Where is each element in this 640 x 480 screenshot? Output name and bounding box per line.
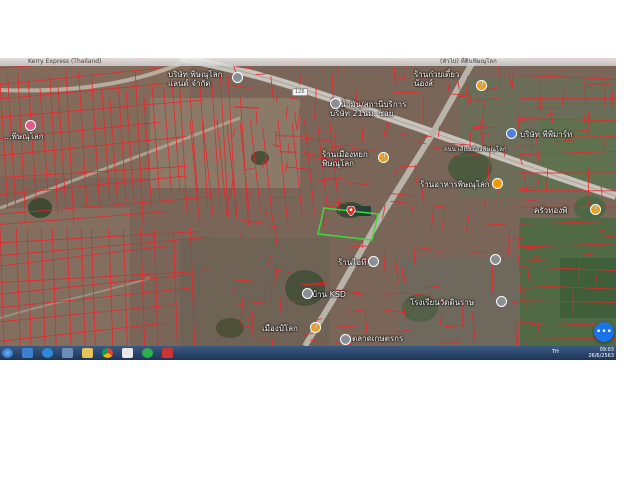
map-canvas[interactable] xyxy=(0,58,616,346)
media-player-icon[interactable] xyxy=(22,348,33,358)
label-kitchen[interactable]: ครัวทองพิ xyxy=(534,206,567,215)
screenshot-frame: บริษัท พิษณุโลก แลนด์ จำกัด ร้านก๋วยเตี๋… xyxy=(0,58,616,360)
label-road-name-text: ถนน เลี่ยงเมืองพิษณุโลก xyxy=(444,146,507,153)
label-company[interactable]: บริษัท พิษณุโลก แลนด์ จำกัด xyxy=(168,70,222,88)
label-hospital-left-text: ...พิษณุโลก xyxy=(4,132,44,141)
restaurant-icon[interactable]: 🍴 xyxy=(590,204,601,215)
network-icon[interactable] xyxy=(62,348,73,358)
more-icon: ••• xyxy=(596,327,612,337)
store-icon[interactable] xyxy=(368,256,379,267)
windows-taskbar: TH 09:03 26/6/2563 xyxy=(0,346,616,360)
parcel-boundary xyxy=(535,106,559,108)
label-company-text: บริษัท พิษณุโลก แลนด์ จำกัด xyxy=(168,70,223,88)
restaurant-icon[interactable]: 🍴 xyxy=(476,80,487,91)
road-shield-icon: 126 xyxy=(292,88,308,96)
label-office-text: ปั๊มน้ำมัน/สถานีบริการ บริษัท 21นม. ซอย xyxy=(330,100,407,118)
label-shop-center-text: ร้านไอที xyxy=(338,258,367,267)
label-shop-mid[interactable]: ร้านอาหารพิษณุโลก xyxy=(420,180,490,189)
restaurant-icon[interactable]: 🍴 xyxy=(378,152,389,163)
omnibox-partial[interactable]: (ทั่วไป) ที่ดินพิษณุโลก xyxy=(440,58,497,65)
label-bottom-place[interactable]: เมืองป์โลก xyxy=(262,324,298,333)
file-explorer-icon[interactable] xyxy=(82,348,93,358)
clock-date: 26/6/2563 xyxy=(588,353,614,359)
label-ksd[interactable]: บ้าน KSD xyxy=(312,290,346,299)
tab-title-partial[interactable]: Kerry Express (Thailand) xyxy=(28,58,101,65)
label-noodle-text: ร้านก๋วยเตี๋ยว น้องส์ xyxy=(414,70,460,88)
label-school[interactable]: โรงเรียนวัดดินราษ xyxy=(410,298,474,307)
temple-icon[interactable] xyxy=(490,254,501,265)
more-options-button[interactable]: ••• xyxy=(594,322,614,342)
school-icon[interactable] xyxy=(496,296,507,307)
location-pin-icon[interactable] xyxy=(346,206,356,216)
label-road-name: ถนน เลี่ยงเมืองพิษณุโลก xyxy=(444,146,506,153)
business-icon[interactable] xyxy=(302,288,313,299)
internet-explorer-icon[interactable] xyxy=(42,348,53,358)
language-indicator[interactable]: TH xyxy=(552,349,559,355)
business-icon[interactable] xyxy=(232,72,243,83)
chrome-icon[interactable] xyxy=(102,348,113,358)
shopping-icon[interactable] xyxy=(506,128,517,139)
label-school-text: โรงเรียนวัดดินราษ xyxy=(410,298,475,307)
start-button-icon[interactable] xyxy=(2,348,13,358)
label-shop-mid-text: ร้านอาหารพิษณุโลก xyxy=(420,180,490,189)
label-restaurant-main-text: ร้านเมืองหยก พิษณุโลก xyxy=(322,150,368,168)
browser-toolbar-partial: Kerry Express (Thailand) (ทั่วไป) ที่ดิน… xyxy=(0,58,616,66)
label-bottom-place-text: เมืองป์โลก xyxy=(262,324,298,333)
restaurant-icon[interactable]: 🍴 xyxy=(310,322,321,333)
shop-icon[interactable] xyxy=(492,178,503,189)
pdf-reader-icon[interactable] xyxy=(122,348,133,358)
label-shop-center[interactable]: ร้านไอที xyxy=(338,258,366,267)
label-pcc-text: บริษัท พีพีมาร์ท xyxy=(520,130,573,139)
label-restaurant-main[interactable]: ร้านเมืองหยก พิษณุโลก xyxy=(322,150,368,168)
label-market-text: ตลาดเกษตรกร xyxy=(352,334,404,343)
label-hospital-left[interactable]: ...พิษณุโลก xyxy=(4,132,44,141)
label-kitchen-text: ครัวทองพิ xyxy=(534,206,568,215)
line-app-icon[interactable] xyxy=(142,348,153,358)
market-icon[interactable] xyxy=(340,334,351,345)
office-icon[interactable] xyxy=(330,98,341,109)
label-noodle[interactable]: ร้านก๋วยเตี๋ยว น้องส์ xyxy=(414,70,459,88)
road-shield-number: 126 xyxy=(295,89,305,95)
label-ksd-text: บ้าน KSD xyxy=(312,290,347,299)
app-icon[interactable] xyxy=(162,348,173,358)
satellite-map[interactable]: บริษัท พิษณุโลก แลนด์ จำกัด ร้านก๋วยเตี๋… xyxy=(0,58,616,346)
label-office[interactable]: ปั๊มน้ำมัน/สถานีบริการ บริษัท 21นม. ซอย xyxy=(330,100,406,118)
parcel-boundary xyxy=(433,205,445,208)
system-clock[interactable]: 09:03 26/6/2563 xyxy=(588,347,614,359)
hospital-icon[interactable] xyxy=(25,120,36,131)
label-market[interactable]: ตลาดเกษตรกร xyxy=(352,334,403,343)
label-pcc[interactable]: บริษัท พีพีมาร์ท xyxy=(520,130,572,139)
